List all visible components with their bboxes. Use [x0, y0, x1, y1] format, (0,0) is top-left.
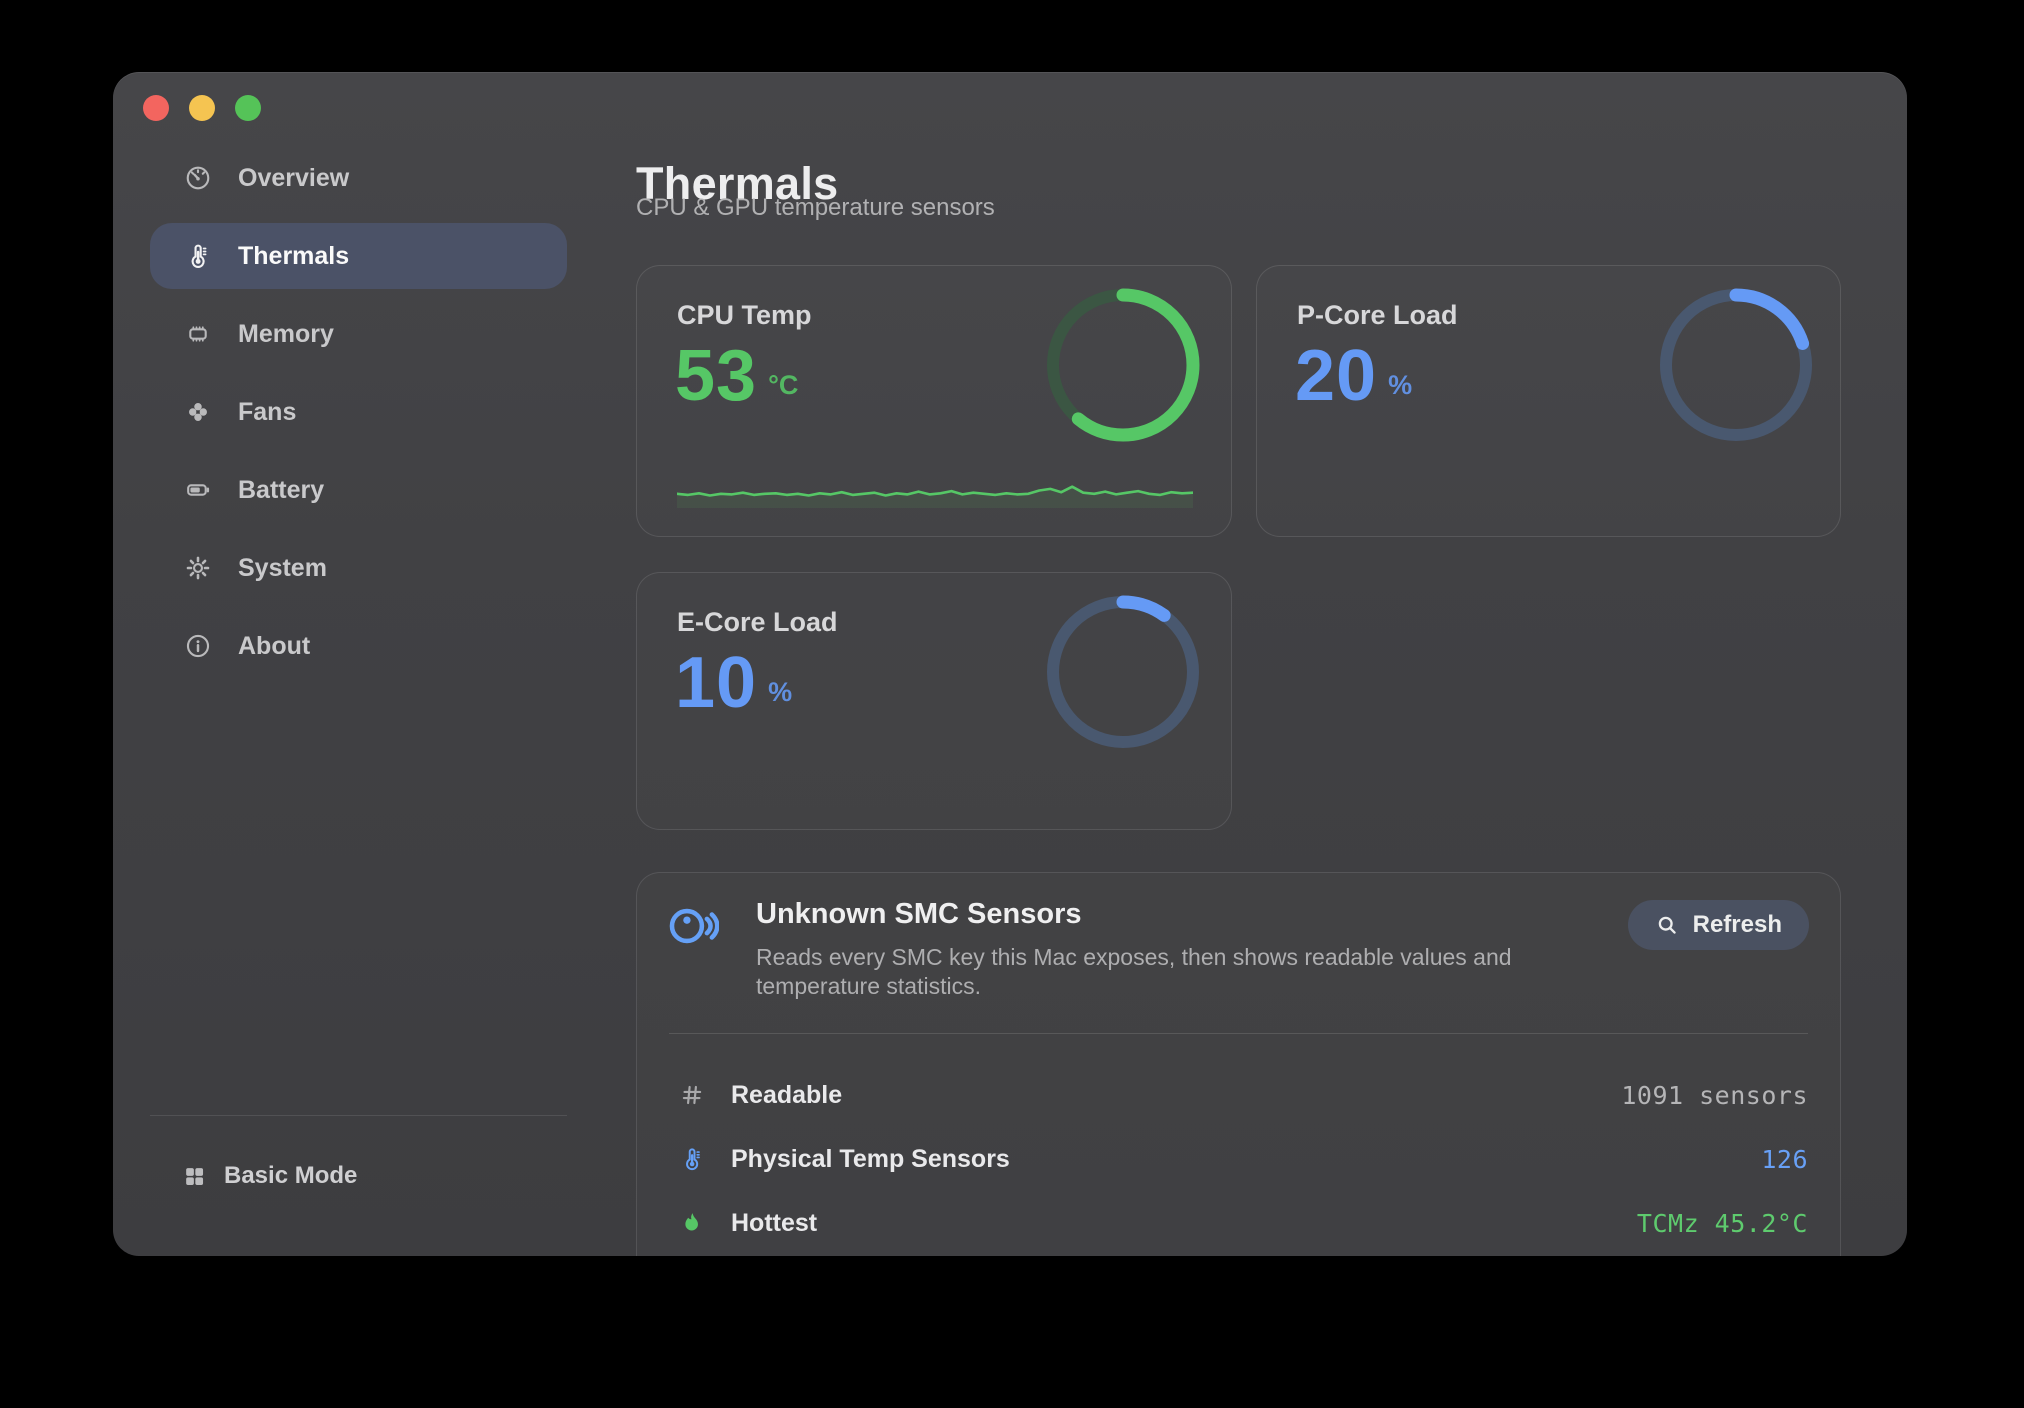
sidebar-item-fans[interactable]: Fans [150, 379, 567, 445]
e-core-metric: 10 % [675, 647, 792, 719]
app-window: Overview Thermals Memory Fans [113, 72, 1907, 1256]
info-icon [184, 632, 212, 660]
p-core-title: P-Core Load [1297, 300, 1458, 331]
memory-chip-icon [184, 320, 212, 348]
refresh-button[interactable]: Refresh [1628, 900, 1809, 950]
sidebar-item-about[interactable]: About [150, 613, 567, 679]
sidebar-item-label: System [238, 554, 327, 583]
sidebar-item-thermals[interactable]: Thermals [150, 223, 567, 289]
grid-icon [182, 1164, 207, 1189]
p-core-unit: % [1388, 372, 1412, 412]
sidebar-divider [150, 1115, 567, 1116]
flame-icon [679, 1210, 705, 1236]
gear-icon [184, 554, 212, 582]
smc-row-value: TCMz 45.2°C [1637, 1209, 1808, 1238]
smc-row-readable: Readable 1091 sensors [637, 1063, 1840, 1127]
smc-row-label: Physical Temp Sensors [731, 1145, 1010, 1174]
search-icon [1655, 913, 1680, 938]
smc-row-value: 126 [1761, 1145, 1808, 1174]
fan-icon [184, 398, 212, 426]
cpu-temp-sparkline [677, 472, 1193, 508]
cpu-temp-metric: 53 °C [675, 340, 798, 412]
e-core-title: E-Core Load [677, 607, 838, 638]
sidebar: Overview Thermals Memory Fans [150, 145, 567, 691]
sidebar-item-label: Memory [238, 320, 334, 349]
cpu-temp-ring-gauge [1043, 285, 1203, 445]
sidebar-item-label: Fans [238, 398, 296, 427]
basic-mode-label: Basic Mode [224, 1162, 357, 1190]
sidebar-item-battery[interactable]: Battery [150, 457, 567, 523]
smc-row-physical-temp: Physical Temp Sensors 126 [637, 1127, 1840, 1191]
sidebar-item-label: Overview [238, 164, 349, 193]
smc-title: Unknown SMC Sensors [756, 898, 1082, 931]
sidebar-item-label: Battery [238, 476, 324, 505]
p-core-metric: 20 % [1295, 340, 1412, 412]
e-core-ring-gauge [1043, 592, 1203, 752]
basic-mode-button[interactable]: Basic Mode [182, 1154, 357, 1198]
sidebar-item-memory[interactable]: Memory [150, 301, 567, 367]
smc-row-hottest: Hottest TCMz 45.2°C [637, 1191, 1840, 1255]
smc-row-label: Hottest [731, 1209, 817, 1238]
close-window-button[interactable] [143, 95, 169, 121]
smc-row-value: 1091 sensors [1621, 1081, 1808, 1110]
p-core-load-card: P-Core Load 20 % [1256, 265, 1841, 537]
smc-description: Reads every SMC key this Mac exposes, th… [756, 943, 1566, 1001]
thermometer-icon [184, 242, 212, 270]
battery-icon [184, 476, 212, 504]
e-core-load-card: E-Core Load 10 % [636, 572, 1232, 830]
cpu-temp-value: 53 [675, 340, 757, 412]
desktop: { "window": { "traffic_lights": { "close… [0, 0, 2024, 1408]
sensor-waves-icon [667, 900, 719, 952]
gauge-icon [184, 164, 212, 192]
thermometer-icon [679, 1146, 705, 1172]
sidebar-item-system[interactable]: System [150, 535, 567, 601]
smc-divider [669, 1033, 1808, 1034]
cpu-temp-card: CPU Temp 53 °C [636, 265, 1232, 537]
p-core-ring-gauge [1656, 285, 1816, 445]
refresh-button-label: Refresh [1693, 911, 1782, 939]
cpu-temp-unit: °C [768, 372, 798, 412]
minimize-window-button[interactable] [189, 95, 215, 121]
zoom-window-button[interactable] [235, 95, 261, 121]
cpu-temp-title: CPU Temp [677, 300, 812, 331]
smc-sensors-card: Unknown SMC Sensors Reads every SMC key … [636, 872, 1841, 1256]
page-subtitle: CPU & GPU temperature sensors [636, 194, 995, 222]
e-core-unit: % [768, 679, 792, 719]
window-controls [143, 95, 261, 121]
smc-row-label: Readable [731, 1081, 842, 1110]
p-core-value: 20 [1295, 340, 1377, 412]
e-core-value: 10 [675, 647, 757, 719]
sidebar-item-label: About [238, 632, 310, 661]
smc-stats-list: Readable 1091 sensors Physical Temp Sens… [637, 1063, 1840, 1255]
sidebar-item-label: Thermals [238, 242, 349, 271]
sidebar-item-overview[interactable]: Overview [150, 145, 567, 211]
hash-icon [679, 1082, 705, 1108]
